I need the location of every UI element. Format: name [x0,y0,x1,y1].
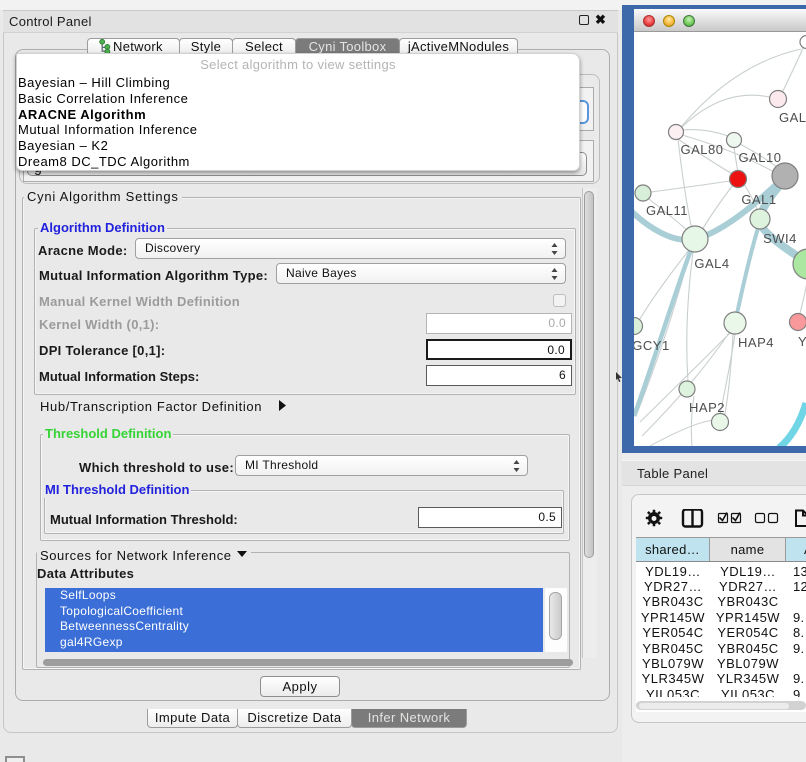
svg-text:HAP4: HAP4 [738,335,774,350]
svg-text:GAL10: GAL10 [739,150,782,165]
svg-text:GAL80: GAL80 [681,142,724,157]
svg-text:GAL11: GAL11 [646,203,688,218]
svg-text:HAP2: HAP2 [689,400,725,415]
svg-text:GAL1: GAL1 [741,192,776,207]
svg-text:Y: Y [798,334,806,349]
svg-text:GAL7: GAL7 [779,110,806,125]
svg-text:GCY1: GCY1 [634,338,670,353]
svg-text:GAL4: GAL4 [694,256,729,271]
svg-text:SWI4: SWI4 [763,231,797,246]
